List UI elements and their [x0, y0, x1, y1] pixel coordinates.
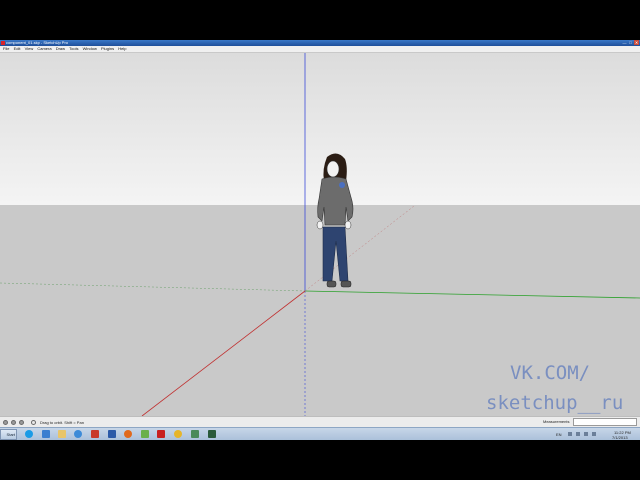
taskbar: Start EN 11:22 PM 7/1/2013 — [0, 427, 640, 440]
minimize-button[interactable]: — — [622, 40, 627, 45]
menu-window[interactable]: Window — [83, 46, 97, 52]
notepad-icon[interactable] — [141, 430, 149, 438]
maximize-button[interactable]: □ — [628, 40, 633, 45]
chrome-icon[interactable] — [174, 430, 182, 438]
skype-icon[interactable] — [25, 430, 33, 438]
menu-tools[interactable]: Tools — [69, 46, 78, 52]
clock-date[interactable]: 7/1/2013 — [612, 435, 628, 440]
sky — [0, 53, 640, 205]
menu-view[interactable]: View — [25, 46, 34, 52]
menu-draw[interactable]: Draw — [56, 46, 65, 52]
close-button[interactable]: ✕ — [634, 40, 639, 45]
photoshop-icon[interactable] — [108, 430, 116, 438]
credits-icon[interactable] — [11, 420, 16, 425]
media-player-icon[interactable] — [74, 430, 82, 438]
shirt-logo — [339, 182, 345, 188]
menu-file[interactable]: File — [3, 46, 9, 52]
user-icon[interactable] — [19, 420, 24, 425]
volume-icon[interactable] — [584, 432, 588, 436]
start-button[interactable]: Start — [0, 429, 17, 440]
ie-icon[interactable] — [42, 430, 50, 438]
status-hint: Drag to orbit. Shift = Pan — [40, 420, 84, 425]
measurements-label: Measurements — [543, 419, 570, 424]
menu-camera[interactable]: Camera — [37, 46, 51, 52]
language-indicator[interactable]: EN — [556, 432, 562, 437]
sketchup-app-icon — [1, 41, 5, 45]
watermark-line-2: sketchup__ru — [486, 392, 624, 414]
menu-help[interactable]: Help — [118, 46, 126, 52]
filezilla-icon[interactable] — [157, 430, 165, 438]
measurements-field[interactable] — [573, 418, 637, 426]
network-tray-icon[interactable] — [576, 432, 580, 436]
geo-location-icon[interactable] — [3, 420, 8, 425]
watermark-line-1: VK.COM/ — [510, 362, 591, 384]
menu-bar: File Edit View Camera Draw Tools Window … — [0, 46, 640, 53]
screen: component_01.skp - SketchUp Pro — □ ✕ Fi… — [0, 40, 640, 440]
app-icon[interactable] — [208, 430, 216, 438]
sketchup-icon[interactable] — [91, 430, 99, 438]
menu-plugins[interactable]: Plugins — [101, 46, 114, 52]
menu-edit[interactable]: Edit — [14, 46, 21, 52]
flag-icon[interactable] — [592, 432, 596, 436]
firefox-icon[interactable] — [124, 430, 132, 438]
explorer-icon[interactable] — [58, 430, 66, 438]
ground — [0, 205, 640, 416]
help-icon[interactable] — [31, 420, 36, 425]
system-tray: EN 11:22 PM 7/1/2013 — [552, 428, 640, 440]
tray-arrow-icon[interactable] — [568, 432, 572, 436]
network-icon[interactable] — [191, 430, 199, 438]
